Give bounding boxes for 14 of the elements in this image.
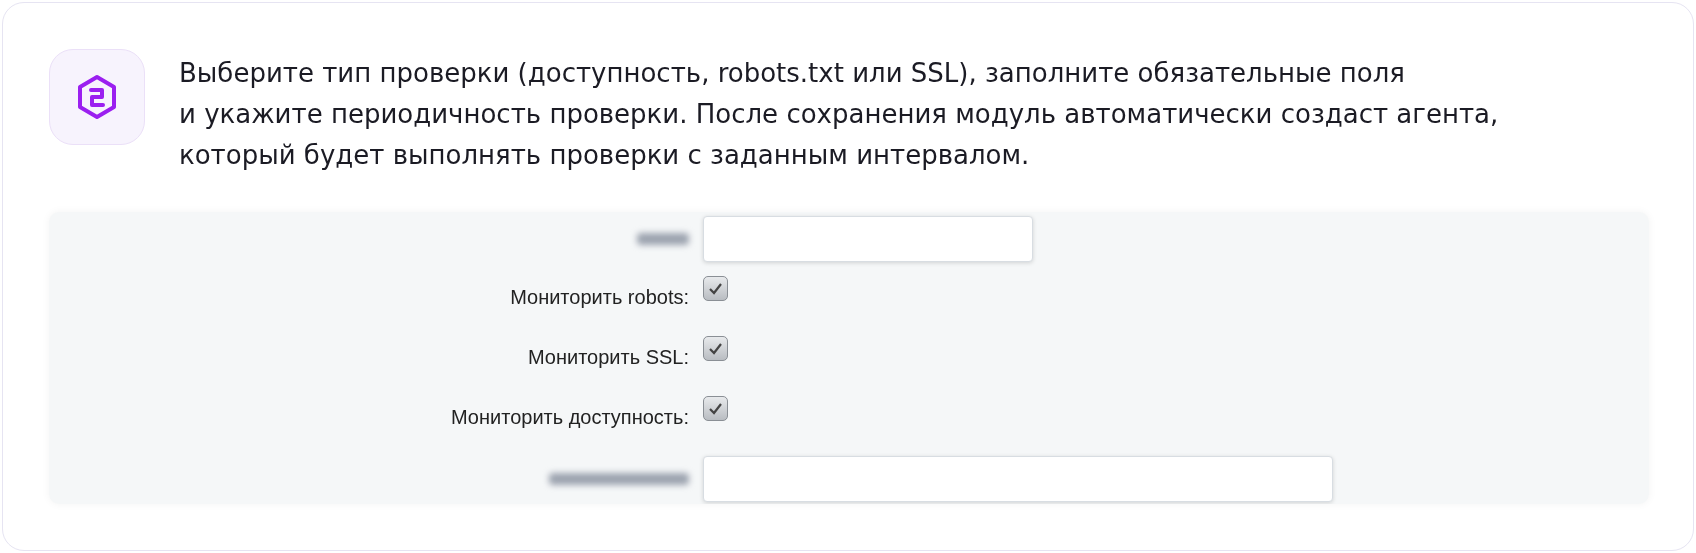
checkmark-icon — [708, 282, 723, 295]
checkmark-icon — [708, 402, 723, 415]
hexagon-two-icon — [76, 74, 118, 120]
checkbox-label: Мониторить SSL: — [527, 345, 689, 370]
checkmark-icon — [708, 342, 723, 355]
input-field[interactable] — [703, 216, 1033, 262]
description-text: Выберите тип проверки (доступность, robots.txt или SSL), заполните обязательные поля и укажите периодичность проверки. После сохранения модуль автоматически создаст агента, который будет выполнять проверки с заданным интервалом. — [179, 57, 1499, 172]
input-field[interactable] — [703, 456, 1333, 502]
blurred-label — [637, 233, 689, 245]
checkbox[interactable] — [703, 276, 728, 301]
checkbox-label: Мониторить robots: — [510, 285, 689, 310]
checkbox[interactable] — [703, 336, 728, 361]
checkbox-label: Мониторить доступность: — [450, 405, 689, 430]
checkbox[interactable] — [703, 396, 728, 421]
